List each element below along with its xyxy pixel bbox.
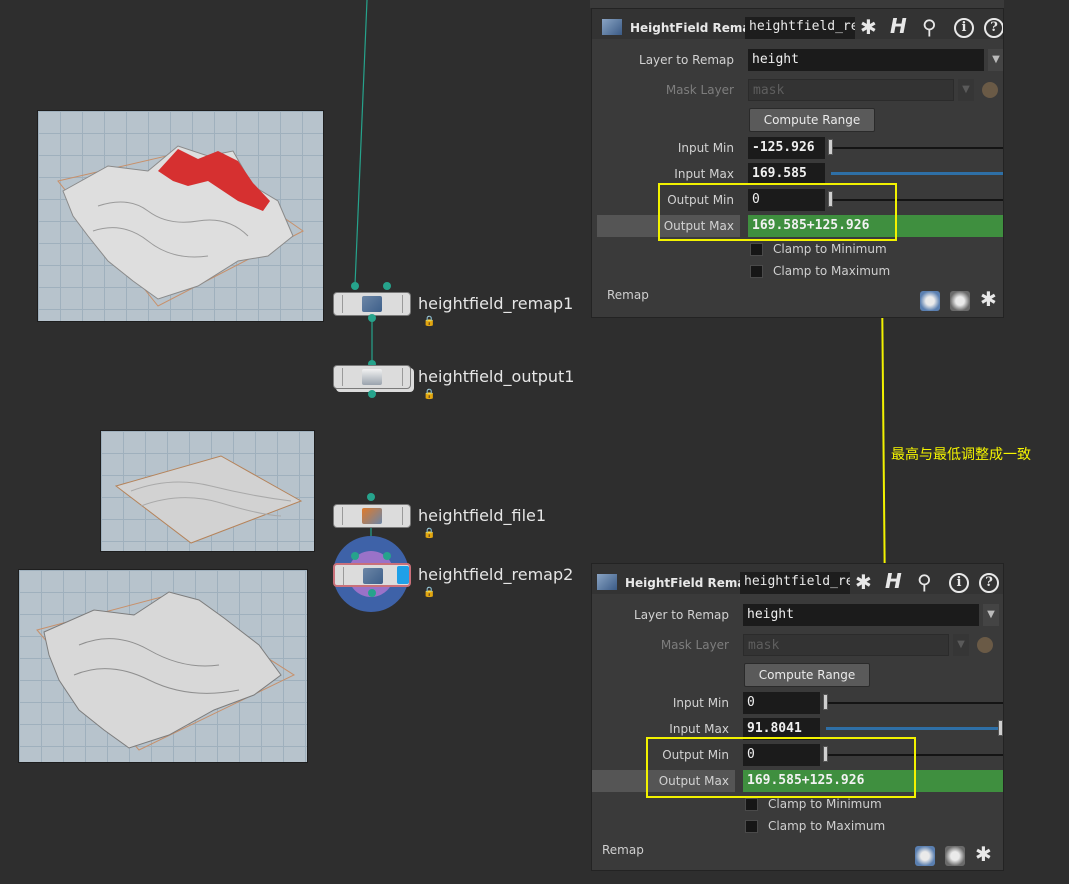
highlight-box-bottom xyxy=(646,737,916,798)
mask-layer-input[interactable]: mask xyxy=(748,79,954,101)
input-connector-dot[interactable] xyxy=(367,493,375,501)
node-name-field[interactable]: heightfield_re xyxy=(745,17,855,39)
mask-layer-dropdown[interactable]: ▼ xyxy=(958,79,974,101)
viewport-thumbnail-remap2 xyxy=(18,569,308,763)
mask-layer-label: Mask Layer xyxy=(665,83,734,97)
clamp-min-checkbox[interactable] xyxy=(745,798,758,811)
search-icon[interactable]: ⚲ xyxy=(917,572,932,592)
clamp-min-label: Clamp to Minimum xyxy=(773,242,887,256)
input-min-label: Input Min xyxy=(677,141,734,155)
help-icon[interactable]: ? xyxy=(979,573,999,593)
highlight-box-top xyxy=(658,183,897,241)
output-connector-dot[interactable] xyxy=(368,589,376,597)
top-toolbar-fragment xyxy=(590,0,1004,8)
help-icon[interactable]: ? xyxy=(984,18,1003,38)
select-icon[interactable] xyxy=(977,637,993,653)
lock-icon[interactable]: 🔒 xyxy=(423,316,435,327)
compute-range-button[interactable]: Compute Range xyxy=(744,663,870,687)
input-min-slider[interactable] xyxy=(831,147,1003,149)
lock-icon[interactable]: 🔒 xyxy=(423,587,435,598)
output-connector-dot[interactable] xyxy=(351,282,359,290)
gear-icon[interactable]: ✱ xyxy=(975,844,992,864)
gear-icon[interactable]: ✱ xyxy=(855,572,872,592)
mask-layer-label: Mask Layer xyxy=(660,638,729,652)
input-max-slider[interactable] xyxy=(826,727,1000,730)
layer-to-remap-input[interactable]: height xyxy=(748,49,984,71)
node-heightfield-output1[interactable] xyxy=(333,365,411,389)
info-icon[interactable]: i xyxy=(949,573,969,593)
houdini-help-icon[interactable]: H xyxy=(885,571,902,591)
viewport-thumbnail-remap1 xyxy=(37,110,324,322)
layer-to-remap-label: Layer to Remap xyxy=(639,53,734,67)
node-type-label: HeightField Remap xyxy=(630,21,760,35)
node-heightfield-file1[interactable] xyxy=(333,504,411,528)
refresh-icon[interactable] xyxy=(945,846,965,866)
remap-icon xyxy=(362,296,382,312)
lock-icon[interactable]: 🔒 xyxy=(423,389,435,400)
inspect-icon[interactable] xyxy=(920,291,940,311)
input-max-slider[interactable] xyxy=(831,172,1003,175)
clamp-max-label: Clamp to Maximum xyxy=(773,264,891,278)
viewport-thumbnail-file1 xyxy=(100,430,315,552)
node-name-field[interactable]: heightfield_re xyxy=(740,572,850,594)
clamp-min-label: Clamp to Minimum xyxy=(768,797,882,811)
output-connector-dot[interactable] xyxy=(383,282,391,290)
clamp-max-checkbox[interactable] xyxy=(745,820,758,833)
clamp-min-checkbox[interactable] xyxy=(750,243,763,256)
inspect-icon[interactable] xyxy=(915,846,935,866)
node-type-label: HeightField Remap xyxy=(625,576,755,590)
footer-label: Remap xyxy=(602,843,644,857)
houdini-help-icon[interactable]: H xyxy=(890,16,907,36)
input-connector-dot[interactable] xyxy=(383,552,391,560)
heightfield-node-icon xyxy=(602,19,622,35)
node-heightfield-remap2[interactable] xyxy=(333,563,411,587)
clamp-max-label: Clamp to Maximum xyxy=(768,819,886,833)
display-flag[interactable] xyxy=(397,566,409,584)
mask-layer-dropdown[interactable]: ▼ xyxy=(953,634,969,656)
compute-range-button[interactable]: Compute Range xyxy=(749,108,875,132)
layer-to-remap-input[interactable]: height xyxy=(743,604,979,626)
input-max-label: Input Max xyxy=(669,722,729,736)
heightfield-node-icon xyxy=(597,574,617,590)
node-label: heightfield_output1 xyxy=(418,367,575,386)
clamp-max-checkbox[interactable] xyxy=(750,265,763,278)
input-min-slider-handle[interactable] xyxy=(828,139,833,155)
input-min-slider-handle[interactable] xyxy=(823,694,828,710)
gear-icon[interactable]: ✱ xyxy=(980,289,997,309)
node-label: heightfield_remap1 xyxy=(418,294,574,313)
file-icon xyxy=(362,508,382,524)
layers-icon xyxy=(362,369,382,385)
input-connector-dot[interactable] xyxy=(368,314,376,322)
input-min-field[interactable]: 0 xyxy=(743,692,820,714)
output-connector-dot[interactable] xyxy=(368,390,376,398)
input-max-field[interactable]: 169.585 xyxy=(748,163,825,185)
annotation-text: 最高与最低调整成一致 xyxy=(891,447,1031,463)
input-max-label: Input Max xyxy=(674,167,734,181)
node-label: heightfield_file1 xyxy=(418,506,547,525)
lock-icon[interactable]: 🔒 xyxy=(423,528,435,539)
input-min-field[interactable]: -125.926 xyxy=(748,137,825,159)
input-connector-dot[interactable] xyxy=(351,552,359,560)
parameter-panel-top: HeightField Remap heightfield_re ✱ H ⚲ i… xyxy=(591,8,1004,318)
refresh-icon[interactable] xyxy=(950,291,970,311)
parameter-panel-bottom: HeightField Remap heightfield_re ✱ H ⚲ i… xyxy=(591,563,1004,871)
layer-to-remap-dropdown[interactable]: ▼ xyxy=(988,49,1003,71)
gear-icon[interactable]: ✱ xyxy=(860,17,877,37)
remap-icon xyxy=(363,568,383,584)
select-icon[interactable] xyxy=(982,82,998,98)
mask-layer-input[interactable]: mask xyxy=(743,634,949,656)
search-icon[interactable]: ⚲ xyxy=(922,17,937,37)
node-label: heightfield_remap2 xyxy=(418,565,574,584)
layer-to-remap-label: Layer to Remap xyxy=(634,608,729,622)
node-heightfield-remap1[interactable] xyxy=(333,292,411,316)
input-min-label: Input Min xyxy=(672,696,729,710)
footer-label: Remap xyxy=(607,288,649,302)
layer-to-remap-dropdown[interactable]: ▼ xyxy=(983,604,999,626)
input-min-slider[interactable] xyxy=(826,702,1003,704)
info-icon[interactable]: i xyxy=(954,18,974,38)
input-max-slider-handle[interactable] xyxy=(998,720,1003,736)
